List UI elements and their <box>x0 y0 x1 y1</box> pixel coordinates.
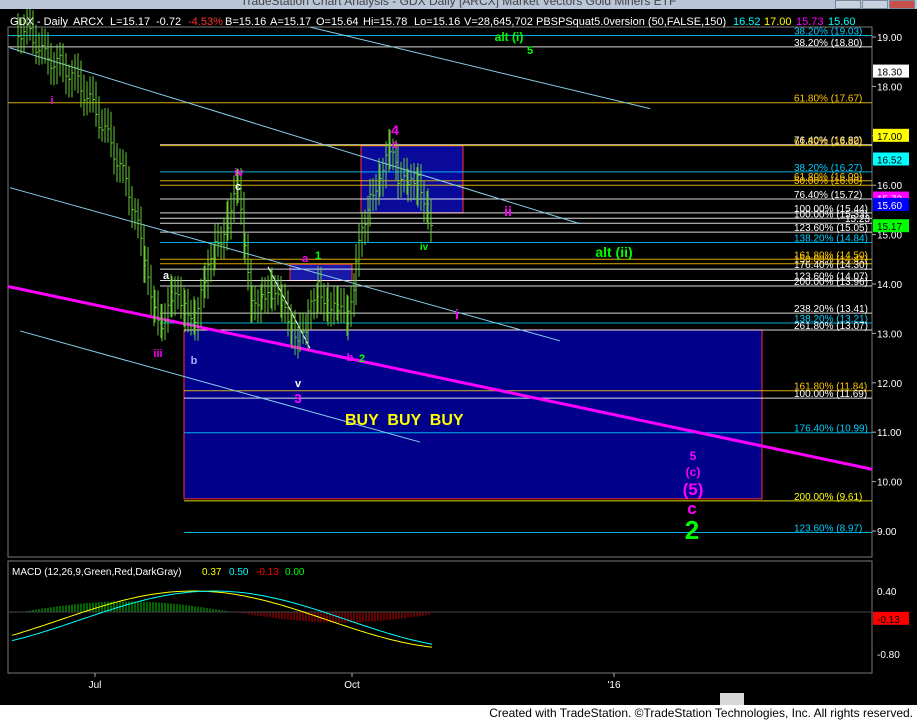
wave-label: 4 <box>391 122 399 138</box>
macd-value-hist: -0.13 <box>256 567 279 578</box>
wave-label: b <box>191 355 198 367</box>
header-exchange: ARCX <box>73 16 104 28</box>
header-last: L=15.17 <box>110 16 150 28</box>
price-tag-label: 17.00 <box>877 132 902 143</box>
wave-label: 2 <box>685 515 699 545</box>
wave-label: iii <box>153 348 162 360</box>
wave-label: (c) <box>686 465 701 479</box>
fib-level-label: 50.00% (16.00) <box>794 176 862 187</box>
wave-label: c <box>235 181 241 193</box>
wave-label: iv <box>420 242 429 253</box>
buy-annotation: BUY BUY BUY <box>345 412 464 429</box>
header-change: -0.72 <box>156 16 181 28</box>
fib-level-label: 38.20% (18.80) <box>794 38 862 49</box>
price-tag-label: 16.52 <box>877 156 902 167</box>
window-title: TradeStation Chart Analysis - GDX Daily … <box>240 0 677 8</box>
price-tag-label: 15.60 <box>877 201 902 212</box>
buy-zone-box <box>183 329 763 500</box>
close-button[interactable] <box>889 0 915 9</box>
channel-upper-line <box>9 47 581 225</box>
fib-level-label: 100.00% (11.69) <box>794 389 867 400</box>
wave-label: v <box>295 378 302 390</box>
window-controls <box>834 0 915 9</box>
wave-label: alt (i) <box>495 30 524 44</box>
footer: Created with TradeStation. ©TradeStation… <box>0 705 917 721</box>
header-ind-v1: 16.52 <box>733 16 761 28</box>
y-axis-label: 16.00 <box>877 181 902 192</box>
fib-level-label: 176.40% (14.30) <box>794 260 868 271</box>
macd-header: MACD (12,26,9,Green,Red,DarkGray) 0.37 0… <box>12 567 305 578</box>
x-axis-label: Oct <box>344 680 360 691</box>
fib-level-label: 61.80% (16.80) <box>794 137 862 148</box>
macd-value-macd: 0.37 <box>202 567 222 578</box>
chart-area[interactable]: 38.20% (19.03) 38.20% (18.80) 61.80% (17.6… <box>0 6 917 707</box>
fib-level-label: 123.60% (8.97) <box>794 523 862 534</box>
wave-label: 3 <box>294 391 301 406</box>
title-bar: TradeStation Chart Analysis - GDX Daily … <box>0 0 917 9</box>
y-axis-label: 19.00 <box>877 33 902 44</box>
fib-level-label: 200.00% (13.96) <box>794 277 868 288</box>
footer-credit: Created with TradeStation. ©TradeStation… <box>489 706 913 720</box>
y-axis-label: 9.00 <box>877 527 897 538</box>
wave-label: alt (ii) <box>595 244 632 260</box>
header-open: O=15.64 <box>316 16 359 28</box>
fib-level-label: 76.40% (15.72) <box>794 190 862 201</box>
header-indicator: PBSPSquat5.0version (50,FALSE,150) <box>536 16 726 28</box>
wave-label: ii <box>504 203 512 219</box>
macd-value-zero: 0.00 <box>285 567 305 578</box>
y-axis-label: 11.00 <box>877 428 902 439</box>
wave-label: c <box>392 139 398 151</box>
y-axis-label: 13.00 <box>877 329 902 340</box>
header-bar: GDX - Daily ARCX L=15.17 -0.72 -4.53% B=… <box>10 16 856 28</box>
macd-value-signal: 0.50 <box>229 567 249 578</box>
wave-label: i <box>50 95 53 107</box>
header-volume: V=28,645,702 <box>464 16 533 28</box>
fib-level-label: 61.80% (17.67) <box>794 94 862 105</box>
wave-label: a <box>163 270 170 282</box>
header-ask: A=15.17 <box>270 16 311 28</box>
tradestation-window: TradeStation Chart Analysis - GDX Daily … <box>0 0 917 721</box>
macd-value-tag-label: -0.13 <box>877 615 900 626</box>
y-axis-label: 10.00 <box>877 478 902 489</box>
channel-top-line <box>309 26 651 110</box>
header-ind-v4: 15.60 <box>828 16 856 28</box>
wave-label: 5 <box>527 45 533 57</box>
macd-title: MACD (12,26,9,Green,Red,DarkGray) <box>12 567 182 578</box>
wave-label: (5) <box>683 480 704 499</box>
y-axis-label: 12.00 <box>877 379 902 390</box>
macd-axis-label: -0.80 <box>877 650 900 661</box>
minimize-button[interactable] <box>835 0 861 9</box>
maximize-button[interactable] <box>862 0 888 9</box>
price-tag-label: 18.30 <box>877 68 902 79</box>
y-axis-label: 18.00 <box>877 82 902 93</box>
x-axis-label: Jul <box>89 680 102 691</box>
wave-label: 2 <box>359 353 365 365</box>
macd-axis-label: 0.40 <box>877 587 897 598</box>
wave-label: b <box>347 352 354 364</box>
fib-level-label: 38.20% (19.03) <box>794 27 862 38</box>
wave-label: 1 <box>315 250 321 262</box>
header-bid: B=15.16 <box>225 16 266 28</box>
fib-level-label: 261.80% (13.07) <box>794 321 868 332</box>
fib-level-label: 200.00% (9.61) <box>794 492 862 503</box>
header-high: Hi=15.78 <box>363 16 407 28</box>
fib-level-label: 176.40% (10.99) <box>794 424 868 435</box>
fib-level-label: 138.20% (14.84) <box>794 234 868 245</box>
header-symbol: GDX - Daily <box>10 16 69 28</box>
wave-label: iv <box>234 167 244 179</box>
y-axis-label: 14.00 <box>877 280 902 291</box>
header-change-pct: -4.53% <box>188 16 223 28</box>
price-tag-label: 15.17 <box>877 222 902 233</box>
header-ind-v2: 17.00 <box>764 16 792 28</box>
fib-level-label: 123.60% (15.05) <box>794 223 868 234</box>
wave-label: i <box>455 306 459 322</box>
x-axis-label: '16 <box>607 680 620 691</box>
wave-label: 5 <box>690 449 697 463</box>
wave-label: a <box>302 253 309 265</box>
price-chart[interactable]: 38.20% (19.03)38.20% (18.80) 61.80% (17.6… <box>0 6 917 705</box>
header-ind-v3: 15.73 <box>796 16 824 28</box>
header-low: Lo=15.16 <box>414 16 460 28</box>
